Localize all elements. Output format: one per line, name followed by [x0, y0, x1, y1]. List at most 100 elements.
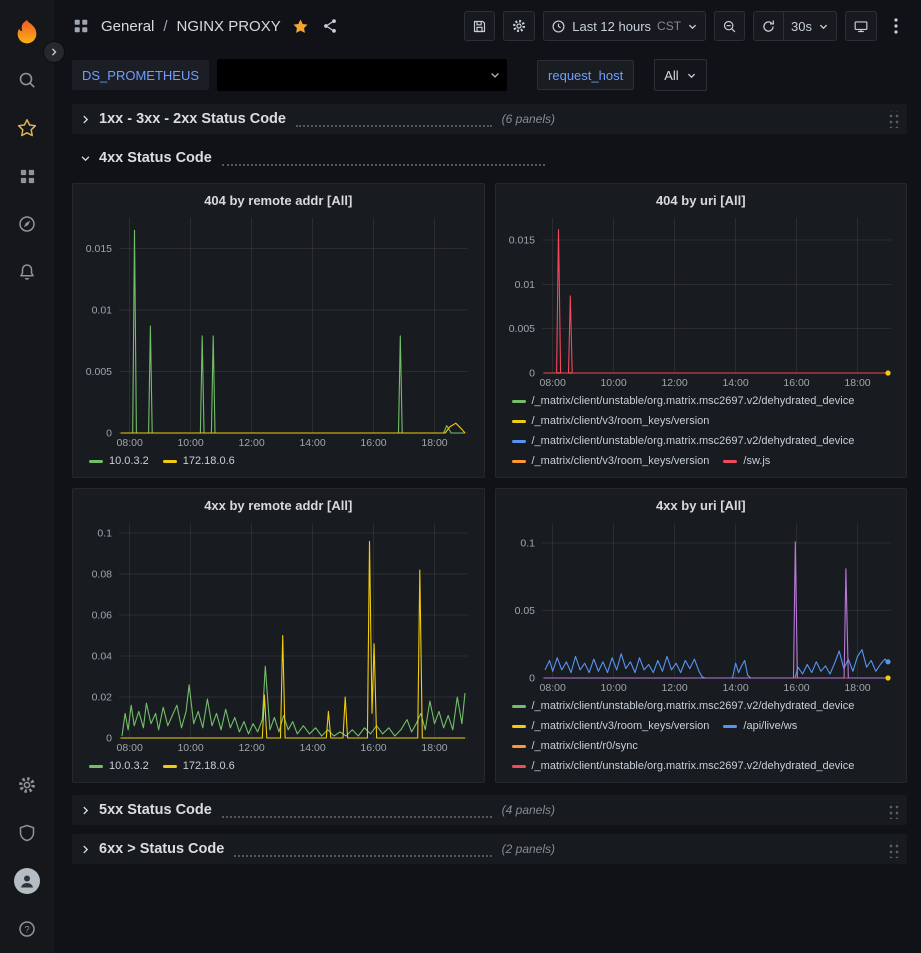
breadcrumb-separator: /: [163, 18, 167, 35]
timeseries-chart-4xx-by-uri[interactable]: 08:0010:0012:0014:0016:0018:0000.050.1: [504, 517, 899, 694]
drag-handle[interactable]: [887, 111, 900, 128]
svg-text:0: 0: [529, 673, 535, 685]
legend-item[interactable]: /_matrix/client/v3/room_keys/version: [512, 451, 710, 471]
timeseries-chart-404-by-uri[interactable]: 08:0010:0012:0014:0016:0018:0000.0050.01…: [504, 212, 899, 389]
chart-canvas: 08:0010:0012:0014:0016:0018:0000.020.040…: [81, 517, 476, 754]
sidebar-item-profile[interactable]: [0, 857, 54, 905]
row-4xx-status-code[interactable]: 4xx Status Code: [72, 143, 907, 173]
legend-swatch: [512, 765, 526, 768]
sidebar-item-configuration[interactable]: [0, 761, 54, 809]
drag-handle[interactable]: [887, 841, 900, 858]
refresh-button[interactable]: [753, 11, 784, 41]
svg-text:0.06: 0.06: [92, 610, 113, 622]
legend-label: 172.18.0.6: [183, 760, 235, 772]
legend-item[interactable]: 172.18.0.6: [163, 756, 235, 776]
row-title: 6xx > Status Code: [99, 841, 224, 857]
legend-item[interactable]: /api/live/ws: [723, 716, 797, 736]
sidebar-item-dashboards[interactable]: [0, 152, 54, 200]
variable-label-request-host[interactable]: request_host: [537, 60, 634, 90]
legend-item[interactable]: /_matrix/client/v3/room_keys/version: [512, 716, 710, 736]
legend-item[interactable]: /_matrix/client/unstable/org.matrix.msc2…: [512, 391, 855, 411]
row-5xx-status-code[interactable]: 5xx Status Code (4 panels): [72, 795, 907, 825]
legend-swatch: [89, 460, 103, 463]
sidebar-expand-button[interactable]: [43, 41, 65, 63]
legend-label: /_matrix/client/v3/room_keys/version: [532, 720, 710, 732]
legend-item[interactable]: /_matrix/client/unstable/org.matrix.msc2…: [512, 696, 855, 716]
more-options-button[interactable]: [885, 11, 907, 41]
legend-swatch: [163, 765, 177, 768]
navbar-actions: Last 12 hours CST: [464, 11, 907, 41]
legend-item[interactable]: /_matrix/client/v3/room_keys/version: [512, 411, 710, 431]
legend-swatch: [512, 705, 526, 708]
sidebar-item-help[interactable]: ?: [0, 905, 54, 953]
sidebar-item-server-admin[interactable]: [0, 809, 54, 857]
sidebar-item-alerting[interactable]: [0, 248, 54, 296]
refresh-interval-dropdown[interactable]: 30s: [784, 11, 837, 41]
variable-dropdown-request-host[interactable]: All: [654, 59, 706, 91]
legend-item[interactable]: 172.18.0.6: [163, 451, 235, 471]
main-content: General / NGINX PROXY: [54, 0, 921, 953]
breadcrumb-folder[interactable]: General: [101, 18, 154, 35]
zoom-out-button[interactable]: [714, 11, 745, 41]
svg-text:10:00: 10:00: [177, 742, 203, 754]
help-icon: ?: [17, 919, 37, 939]
row-title: 4xx Status Code: [99, 150, 212, 166]
sidebar-item-starred[interactable]: [0, 104, 54, 152]
dashboard-settings-button[interactable]: [503, 11, 535, 41]
svg-text:0.005: 0.005: [86, 366, 112, 378]
legend-swatch: [723, 460, 737, 463]
svg-text:16:00: 16:00: [783, 682, 809, 694]
chevron-right-icon: [49, 47, 59, 57]
svg-text:0.1: 0.1: [520, 538, 535, 550]
share-icon[interactable]: [320, 16, 340, 36]
timeseries-chart-4xx-by-remote-addr[interactable]: 08:0010:0012:0014:0016:0018:0000.020.040…: [81, 517, 476, 754]
chart-legend: /_matrix/client/unstable/org.matrix.msc2…: [504, 389, 899, 473]
row-dots: [222, 151, 545, 166]
refresh-icon: [761, 19, 776, 34]
svg-text:14:00: 14:00: [722, 377, 748, 389]
panel-title[interactable]: 404 by uri [All]: [504, 188, 899, 212]
panel-title[interactable]: 404 by remote addr [All]: [81, 188, 476, 212]
svg-text:12:00: 12:00: [238, 742, 264, 754]
svg-text:14:00: 14:00: [299, 437, 325, 449]
row-1xx-3xx-2xx-status-code[interactable]: 1xx - 3xx - 2xx Status Code (6 panels): [72, 104, 907, 134]
legend-item[interactable]: /_matrix/client/r0/sync: [512, 736, 638, 756]
panel-title[interactable]: 4xx by remote addr [All]: [81, 493, 476, 517]
kiosk-mode-button[interactable]: [845, 11, 877, 41]
legend-label: /api/live/ws: [743, 720, 797, 732]
row-panel-count: (2 panels): [502, 842, 555, 856]
svg-text:10:00: 10:00: [600, 377, 626, 389]
row-6xx-status-code[interactable]: 6xx > Status Code (2 panels): [72, 834, 907, 864]
dashboards-grid-icon: [70, 15, 92, 37]
drag-handle[interactable]: [887, 802, 900, 819]
legend-label: /_matrix/client/r0/sync: [532, 740, 638, 752]
save-dashboard-button[interactable]: [464, 11, 495, 41]
time-range-picker[interactable]: Last 12 hours CST: [543, 11, 706, 41]
legend-item[interactable]: 10.0.3.2: [89, 451, 149, 471]
bell-icon: [17, 262, 37, 282]
legend-label: /_matrix/client/unstable/org.matrix.msc2…: [532, 760, 855, 772]
sidebar: ?: [0, 0, 54, 953]
legend-item[interactable]: 10.0.3.2: [89, 756, 149, 776]
variable-dropdown-ds-prometheus[interactable]: [217, 59, 507, 91]
star-filled-icon[interactable]: [290, 16, 311, 37]
panel-title[interactable]: 4xx by uri [All]: [504, 493, 899, 517]
row-dots: [222, 803, 492, 818]
chevron-right-icon: [80, 114, 91, 125]
svg-text:18:00: 18:00: [421, 437, 447, 449]
sidebar-item-search[interactable]: [0, 56, 54, 104]
legend-item[interactable]: /_matrix/client/unstable/org.matrix.msc2…: [512, 756, 855, 776]
timeseries-chart-404-by-remote-addr[interactable]: 08:0010:0012:0014:0016:0018:0000.0050.01…: [81, 212, 476, 449]
shield-icon: [17, 823, 37, 843]
svg-text:0.01: 0.01: [514, 279, 535, 291]
legend-item[interactable]: /sw.js: [723, 451, 770, 471]
chart-legend: /_matrix/client/unstable/org.matrix.msc2…: [504, 694, 899, 778]
panel-grid: 404 by remote addr [All] 08:0010:0012:00…: [72, 183, 907, 783]
row-panel-count: (6 panels): [502, 112, 555, 126]
legend-label: 172.18.0.6: [183, 455, 235, 467]
breadcrumb-dashboard-title[interactable]: NGINX PROXY: [177, 18, 281, 35]
svg-text:16:00: 16:00: [360, 742, 386, 754]
legend-item[interactable]: /_matrix/client/unstable/org.matrix.msc2…: [512, 431, 855, 451]
sidebar-item-explore[interactable]: [0, 200, 54, 248]
legend-swatch: [89, 765, 103, 768]
